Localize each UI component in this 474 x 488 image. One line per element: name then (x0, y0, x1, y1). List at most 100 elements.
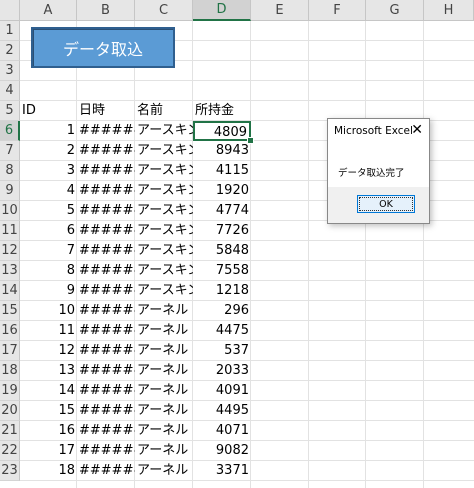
table-row-id[interactable]: 13 (20, 361, 77, 381)
column-header-d[interactable]: D (193, 0, 251, 21)
row-header-20[interactable]: 20 (0, 401, 20, 421)
row-header-5[interactable]: 5 (0, 101, 20, 121)
table-row-money[interactable]: 2033 (193, 361, 251, 381)
table-row-money[interactable]: 4774 (193, 201, 251, 221)
table-row-name[interactable]: アースキン (135, 261, 193, 281)
table-row-date[interactable]: ####### (77, 321, 135, 341)
table-row-money[interactable]: 7558 (193, 261, 251, 281)
column-header-h[interactable]: H (424, 0, 474, 21)
table-row-date[interactable]: ####### (77, 361, 135, 381)
table-row-name[interactable]: アースキン (135, 161, 193, 181)
table-row-name[interactable]: アーネル (135, 441, 193, 461)
row-header-1[interactable]: 1 (0, 21, 20, 41)
row-header-6[interactable]: 6 (0, 121, 20, 141)
column-header-g[interactable]: G (366, 0, 424, 21)
row-header-23[interactable]: 23 (0, 461, 20, 481)
table-row-id[interactable]: 4 (20, 181, 77, 201)
row-header-22[interactable]: 22 (0, 441, 20, 461)
table-row-date[interactable]: ####### (77, 241, 135, 261)
row-header-4[interactable]: 4 (0, 81, 20, 101)
table-row-id[interactable]: 16 (20, 421, 77, 441)
table-row-name[interactable]: アーネル (135, 321, 193, 341)
table-row-money[interactable]: 8943 (193, 141, 251, 161)
column-header-e[interactable]: E (251, 0, 309, 21)
table-row-money[interactable]: 4495 (193, 401, 251, 421)
ok-button[interactable]: OK (357, 195, 415, 213)
table-row-date[interactable]: ####### (77, 421, 135, 441)
table-row-date[interactable]: ####### (77, 201, 135, 221)
row-header-10[interactable]: 10 (0, 201, 20, 221)
table-row-name[interactable]: アースキン (135, 241, 193, 261)
row-header-19[interactable]: 19 (0, 381, 20, 401)
table-row-money[interactable]: 7726 (193, 221, 251, 241)
spreadsheet-grid[interactable]: ABCDEFGH 1 2 3 4 5 6 7 8 9 10 11 12 13 14 15 16 17 18 19 20… (0, 0, 474, 488)
table-row-money[interactable]: 4071 (193, 421, 251, 441)
table-row-date[interactable]: ####### (77, 381, 135, 401)
cell-c5-header-name[interactable]: 名前 (135, 101, 193, 121)
table-row-id[interactable]: 15 (20, 401, 77, 421)
table-row-id[interactable]: 14 (20, 381, 77, 401)
select-all-corner[interactable] (0, 0, 20, 21)
table-row-name[interactable]: アーネル (135, 341, 193, 361)
row-header-3[interactable]: 3 (0, 61, 20, 81)
row-header-15[interactable]: 15 (0, 301, 20, 321)
table-row-money[interactable]: 1218 (193, 281, 251, 301)
table-row-name[interactable]: アースキン (135, 181, 193, 201)
row-header-2[interactable]: 2 (0, 41, 20, 61)
table-row-id[interactable]: 1 (20, 121, 77, 141)
table-row-id[interactable]: 2 (20, 141, 77, 161)
table-row-name[interactable]: アースキン (135, 281, 193, 301)
table-row-id[interactable]: 18 (20, 461, 77, 481)
table-row-date[interactable]: ####### (77, 161, 135, 181)
row-header-9[interactable]: 9 (0, 181, 20, 201)
data-import-button[interactable]: データ取込 (31, 27, 175, 68)
row-header-21[interactable]: 21 (0, 421, 20, 441)
table-row-date[interactable]: ####### (77, 261, 135, 281)
row-header-7[interactable]: 7 (0, 141, 20, 161)
table-row-date[interactable]: ####### (77, 401, 135, 421)
row-header-8[interactable]: 8 (0, 161, 20, 181)
table-row-money[interactable]: 4115 (193, 161, 251, 181)
table-row-id[interactable]: 3 (20, 161, 77, 181)
column-header-c[interactable]: C (135, 0, 193, 21)
active-cell-d6[interactable]: 4809 (193, 121, 251, 141)
table-row-id[interactable]: 7 (20, 241, 77, 261)
table-row-name[interactable]: アーネル (135, 361, 193, 381)
row-header-13[interactable]: 13 (0, 261, 20, 281)
table-row-money[interactable]: 4091 (193, 381, 251, 401)
column-header-f[interactable]: F (309, 0, 366, 21)
table-row-id[interactable]: 9 (20, 281, 77, 301)
fill-handle[interactable] (247, 137, 254, 144)
table-row-date[interactable]: ####### (77, 301, 135, 321)
table-row-name[interactable]: アーネル (135, 381, 193, 401)
table-row-date[interactable]: ####### (77, 441, 135, 461)
table-row-id[interactable]: 6 (20, 221, 77, 241)
table-row-money[interactable]: 3371 (193, 461, 251, 481)
table-row-money[interactable]: 1920 (193, 181, 251, 201)
table-row-name[interactable]: アースキン (135, 201, 193, 221)
table-row-name[interactable]: アースキン (135, 141, 193, 161)
row-header-11[interactable]: 11 (0, 221, 20, 241)
table-row-date[interactable]: ####### (77, 121, 135, 141)
table-row-name[interactable]: アーネル (135, 301, 193, 321)
table-row-name[interactable]: アースキン (135, 121, 193, 141)
table-row-name[interactable]: アースキン (135, 221, 193, 241)
row-header-16[interactable]: 16 (0, 321, 20, 341)
table-row-date[interactable]: ####### (77, 461, 135, 481)
table-row-id[interactable]: 5 (20, 201, 77, 221)
column-header-a[interactable]: A (20, 0, 77, 21)
row-header-14[interactable]: 14 (0, 281, 20, 301)
row-header-12[interactable]: 12 (0, 241, 20, 261)
table-row-money[interactable]: 9082 (193, 441, 251, 461)
table-row-name[interactable]: アーネル (135, 401, 193, 421)
cell-b5-header-date[interactable]: 日時 (77, 101, 135, 121)
table-row-money[interactable]: 537 (193, 341, 251, 361)
table-row-date[interactable]: ####### (77, 221, 135, 241)
table-row-money[interactable]: 5848 (193, 241, 251, 261)
table-row-date[interactable]: ####### (77, 141, 135, 161)
table-row-date[interactable]: ####### (77, 181, 135, 201)
column-header-b[interactable]: B (77, 0, 135, 21)
table-row-id[interactable]: 8 (20, 261, 77, 281)
table-row-id[interactable]: 10 (20, 301, 77, 321)
table-row-money[interactable]: 4475 (193, 321, 251, 341)
